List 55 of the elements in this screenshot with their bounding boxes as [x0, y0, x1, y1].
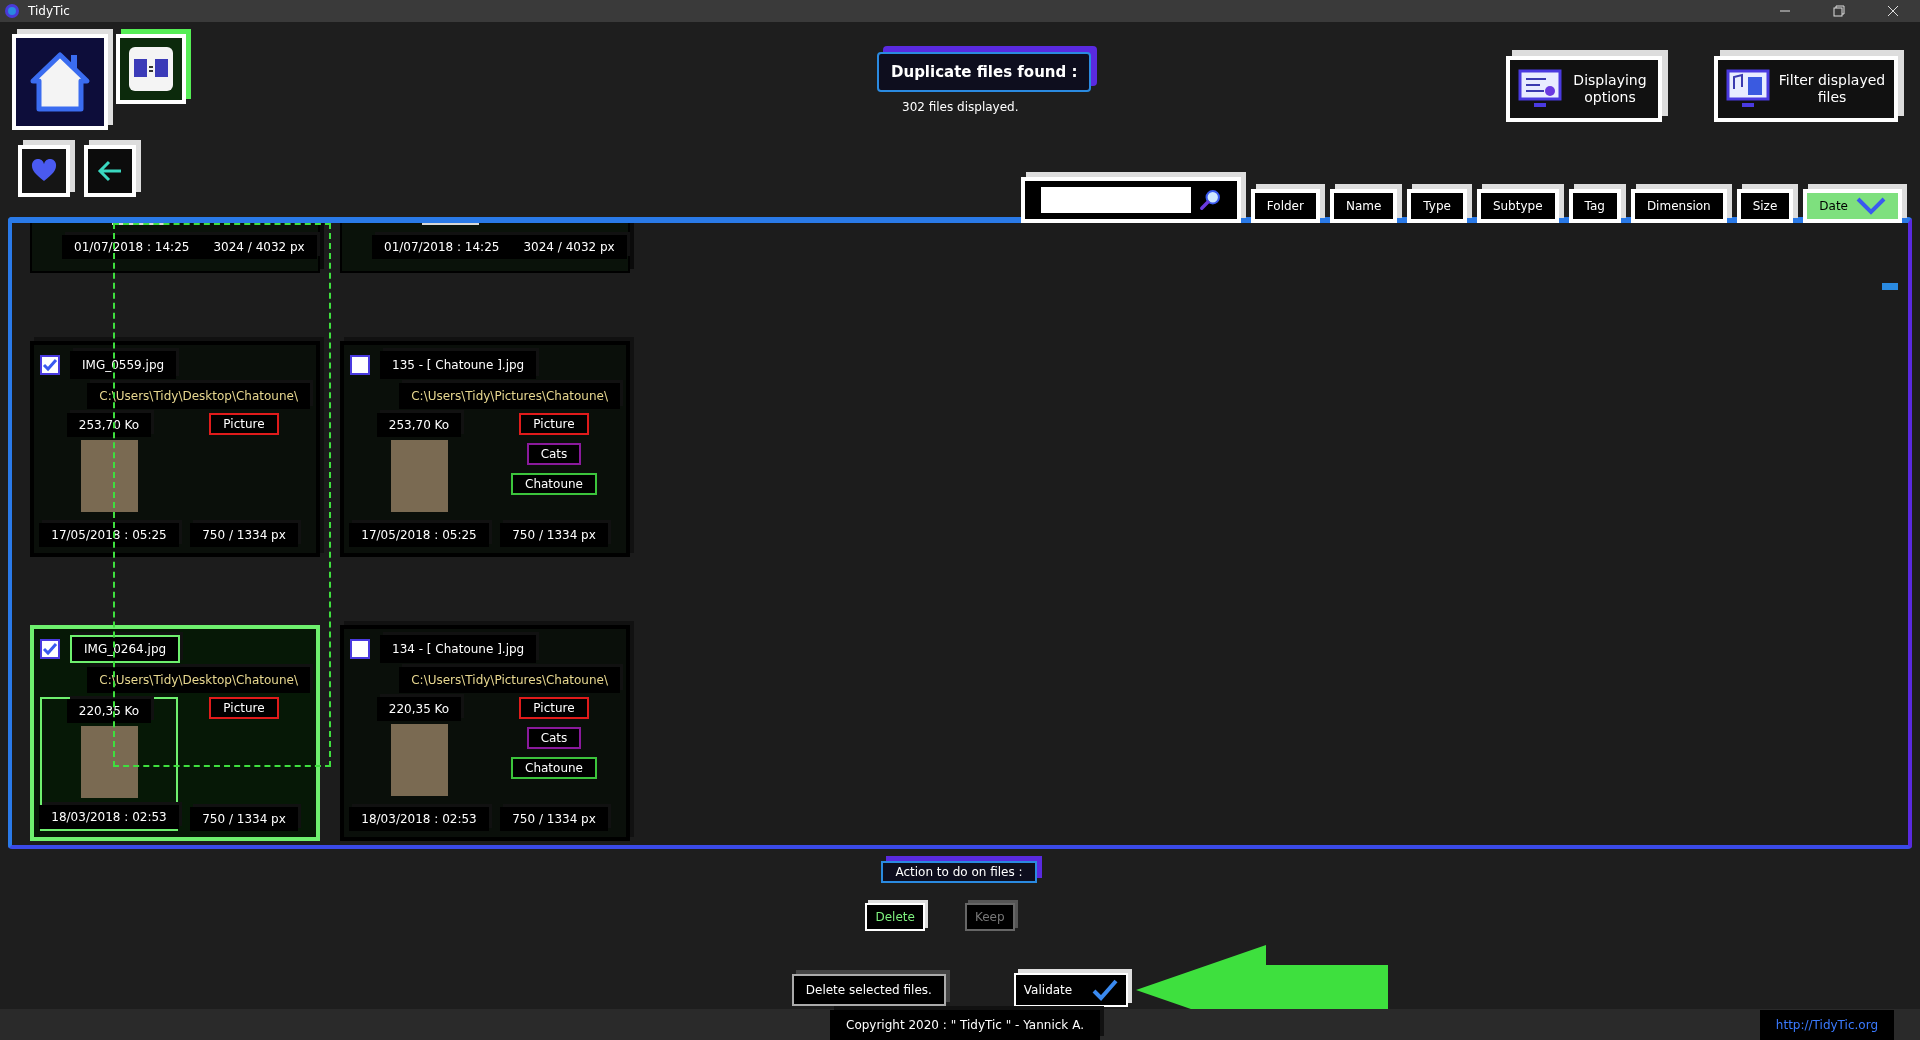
back-arrow-icon [97, 159, 123, 183]
file-name: IMG_0559.jpg [70, 351, 177, 379]
file-tag: Cats [526, 443, 582, 465]
file-size: 253,70 Ko [376, 413, 462, 437]
photo-placeholder [80, 726, 138, 798]
file-tag: Picture [209, 413, 279, 435]
file-date: 17/05/2018 : 05:25 [349, 523, 489, 547]
file-name: IMG_0264.jpg [70, 635, 181, 663]
file-path: C:\Users\Tidy\Desktop\Chatoune\ [87, 667, 310, 693]
monitor-media-icon [1726, 69, 1770, 109]
file-dimension: 3024 / 4032 px [511, 235, 627, 259]
file-tag: Chatoune [511, 757, 597, 779]
file-date: 18/03/2018 : 02:53 [39, 805, 179, 829]
app-logo-icon [4, 3, 20, 19]
photo-placeholder [390, 440, 448, 512]
file-tag: Cats [526, 727, 582, 749]
file-tag: Picture [519, 413, 589, 435]
file-tag: Picture [519, 697, 589, 719]
file-name: 135 - [ Chatoune ].jpg [380, 351, 537, 379]
file-dimension: 3024 / 4032 px [201, 235, 317, 259]
file-dimension: 750 / 1334 px [500, 807, 608, 831]
file-tag: Picture [209, 697, 279, 719]
file-dimension: 750 / 1334 px [190, 807, 298, 831]
scrollbar-thumb[interactable] [1882, 283, 1898, 290]
file-size: 220,35 Ko [376, 697, 462, 721]
window-title: TidyTic [28, 3, 70, 20]
monitor-settings-icon [1518, 69, 1562, 109]
file-date: 17/05/2018 : 05:25 [39, 523, 179, 547]
heart-icon [31, 159, 57, 183]
file-dimension: 750 / 1334 px [500, 523, 608, 547]
file-size: 253,70 Ko [66, 413, 152, 437]
checkbox[interactable] [350, 355, 370, 375]
checkbox[interactable] [350, 639, 370, 659]
action-option[interactable]: Delete [865, 903, 925, 931]
file-path: C:\Users\Tidy\Pictures\Chatoune\ [399, 667, 620, 693]
files-count: 302 files displayed. [902, 99, 1019, 116]
checkmark-icon [1092, 979, 1119, 1001]
file-path: C:\Users\Tidy\Desktop\Chatoune\ [87, 383, 310, 409]
website-link[interactable]: http://TidyTic.org [1759, 1009, 1894, 1040]
checkbox[interactable] [40, 355, 60, 375]
file-path: C:\Users\Tidy\Pictures\Chatoune\ [399, 383, 620, 409]
compare-files-icon [127, 45, 175, 93]
photo-placeholder [390, 724, 448, 796]
action-option[interactable]: Keep [964, 903, 1015, 931]
file-date: 18/03/2018 : 02:53 [349, 807, 489, 831]
file-date: 01/07/2018 : 14:25 [62, 235, 202, 259]
photo-placeholder [80, 440, 138, 512]
checkbox[interactable] [40, 639, 60, 659]
file-date: 01/07/2018 : 14:25 [372, 235, 512, 259]
file-dimension: 750 / 1334 px [190, 523, 298, 547]
file-name: 134 - [ Chatoune ].jpg [380, 635, 537, 663]
file-card[interactable]: IMG_0264.jpg C:\Users\Tidy\Desktop\Chatoune\ 220,35 Ko 18/03/2018 : 02:53 Picture 750 / 1334 px [30, 625, 320, 841]
chevron-down-icon [1856, 197, 1886, 215]
file-tag: Chatoune [511, 473, 597, 495]
file-size: 220,35 Ko [66, 699, 152, 723]
